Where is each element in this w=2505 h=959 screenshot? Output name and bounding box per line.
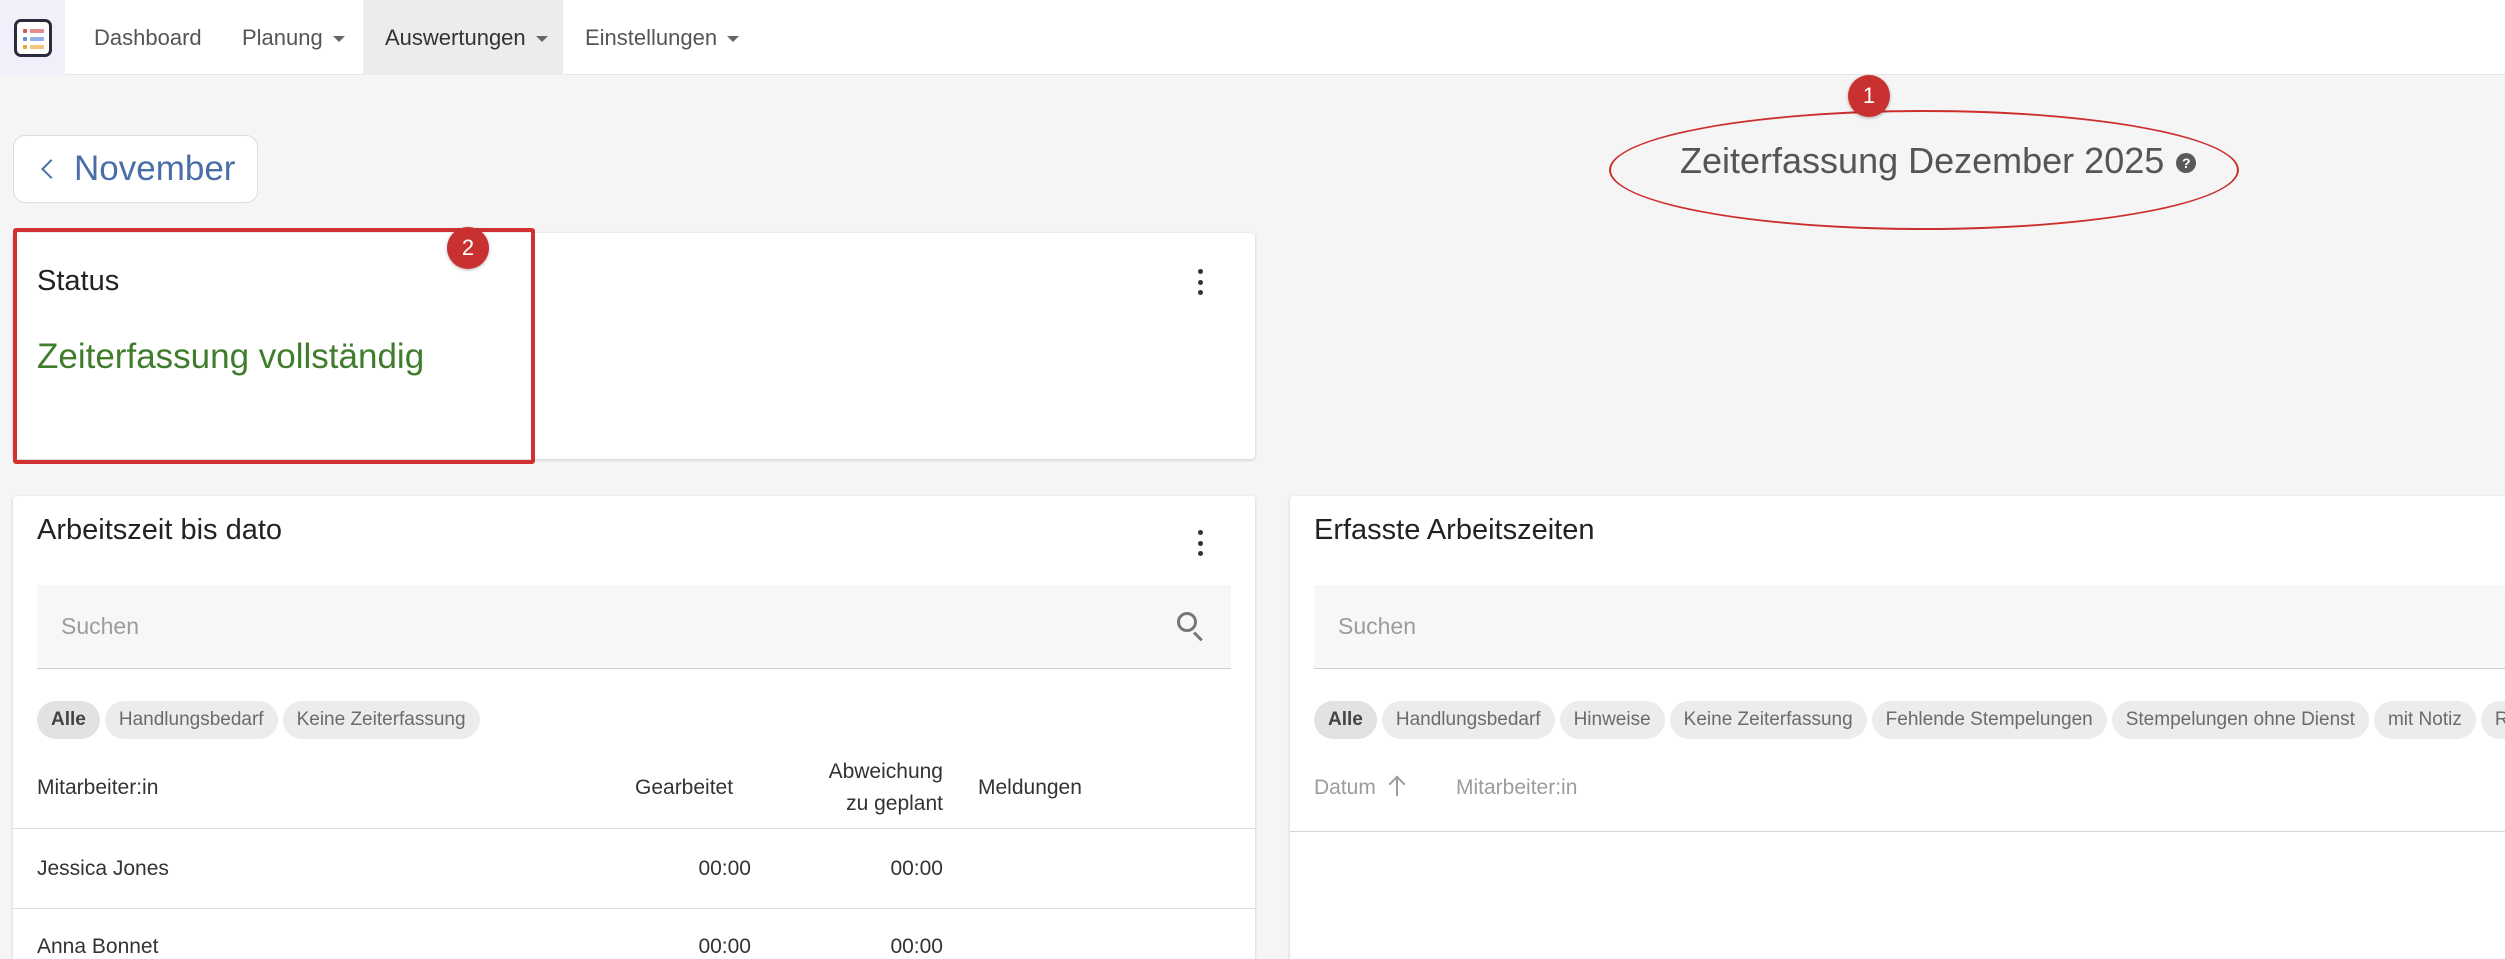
more-vert-icon[interactable] bbox=[1195, 530, 1205, 556]
previous-month-label: November bbox=[74, 149, 236, 188]
column-header-deviation[interactable]: Abweichung zu geplant bbox=[803, 760, 943, 816]
app-logo-icon bbox=[13, 18, 52, 57]
chip-handlungsbedarf[interactable]: Handlungsbedarf bbox=[104, 701, 278, 739]
search-placeholder: Suchen bbox=[1338, 613, 1417, 639]
chip-truncated[interactable]: Ra bbox=[2480, 701, 2505, 739]
arrow-up-icon bbox=[1388, 775, 1406, 796]
caret-down-icon bbox=[727, 36, 740, 42]
chip-hinweise[interactable]: Hinweise bbox=[1559, 701, 1665, 739]
column-header-date[interactable]: Datum bbox=[1314, 775, 1406, 800]
chip-stempelungen-ohne-dienst[interactable]: Stempelungen ohne Dienst bbox=[2111, 701, 2369, 739]
nav-auswertungen[interactable]: Auswertungen bbox=[363, 0, 563, 75]
chip-keine-zeiterfassung[interactable]: Keine Zeiterfassung bbox=[282, 701, 480, 739]
chip-keine-zeiterfassung[interactable]: Keine Zeiterfassung bbox=[1669, 701, 1867, 739]
search-icon[interactable] bbox=[1177, 612, 1207, 642]
worked-value: 00:00 bbox=[698, 935, 751, 958]
working-time-search-input[interactable]: Suchen bbox=[37, 585, 1231, 669]
chip-fehlende-stempelungen[interactable]: Fehlende Stempelungen bbox=[1871, 701, 2107, 739]
nav-dashboard[interactable]: Dashboard bbox=[72, 0, 224, 75]
caret-down-icon bbox=[535, 36, 548, 42]
divider bbox=[1290, 831, 2505, 832]
nav-dashboard-label: Dashboard bbox=[94, 24, 202, 50]
annotation-badge-1: 1 bbox=[1848, 75, 1890, 117]
nav-planung-label: Planung bbox=[242, 24, 323, 50]
working-time-title: Arbeitszeit bis dato bbox=[37, 514, 283, 546]
working-time-card: Arbeitszeit bis dato Suchen Alle Handlun… bbox=[13, 496, 1255, 959]
divider bbox=[13, 828, 1255, 829]
chip-mit-notiz[interactable]: mit Notiz bbox=[2373, 701, 2476, 739]
top-navigation: Dashboard Planung Auswertungen Einstellu… bbox=[0, 0, 2505, 75]
search-placeholder: Suchen bbox=[61, 613, 140, 639]
divider bbox=[13, 908, 1255, 909]
chip-alle[interactable]: Alle bbox=[1314, 701, 1377, 739]
column-header-deviation-line1: Abweichung bbox=[828, 760, 943, 783]
nav-auswertungen-label: Auswertungen bbox=[385, 24, 526, 50]
column-header-employee[interactable]: Mitarbeiter:in bbox=[1456, 776, 1577, 800]
column-header-employee[interactable]: Mitarbeiter:in bbox=[37, 776, 158, 800]
chip-alle[interactable]: Alle bbox=[37, 701, 100, 739]
more-vert-icon[interactable] bbox=[1195, 269, 1205, 295]
annotation-ellipse bbox=[1609, 110, 2239, 230]
nav-planung[interactable]: Planung bbox=[220, 0, 367, 75]
nav-einstellungen-label: Einstellungen bbox=[585, 24, 718, 50]
employee-name: Jessica Jones bbox=[37, 857, 169, 880]
worked-value: 00:00 bbox=[698, 857, 751, 880]
deviation-value: 00:00 bbox=[890, 935, 943, 958]
app-logo[interactable] bbox=[0, 0, 65, 75]
annotation-badge-2: 2 bbox=[447, 227, 489, 269]
chevron-left-icon bbox=[41, 159, 61, 179]
column-header-worked[interactable]: Gearbeitet bbox=[635, 776, 733, 800]
column-header-deviation-line2: zu geplant bbox=[846, 792, 943, 815]
caret-down-icon bbox=[332, 36, 345, 42]
previous-month-button[interactable]: November bbox=[13, 135, 258, 203]
nav-einstellungen[interactable]: Einstellungen bbox=[563, 0, 761, 75]
recorded-times-title: Erfasste Arbeitszeiten bbox=[1314, 514, 1595, 546]
employee-name: Anna Bonnet bbox=[37, 935, 159, 958]
recorded-times-card: Erfasste Arbeitszeiten Suchen Alle Handl… bbox=[1290, 496, 2505, 959]
recorded-times-search-input[interactable]: Suchen bbox=[1314, 585, 2505, 669]
chip-handlungsbedarf[interactable]: Handlungsbedarf bbox=[1381, 701, 1555, 739]
deviation-value: 00:00 bbox=[890, 857, 943, 880]
column-header-messages[interactable]: Meldungen bbox=[978, 776, 1082, 800]
working-time-filter-chips: Alle Handlungsbedarf Keine Zeiterfassung bbox=[37, 701, 480, 739]
column-header-date-label: Datum bbox=[1314, 776, 1376, 799]
recorded-times-filter-chips: Alle Handlungsbedarf Hinweise Keine Zeit… bbox=[1314, 701, 2505, 739]
